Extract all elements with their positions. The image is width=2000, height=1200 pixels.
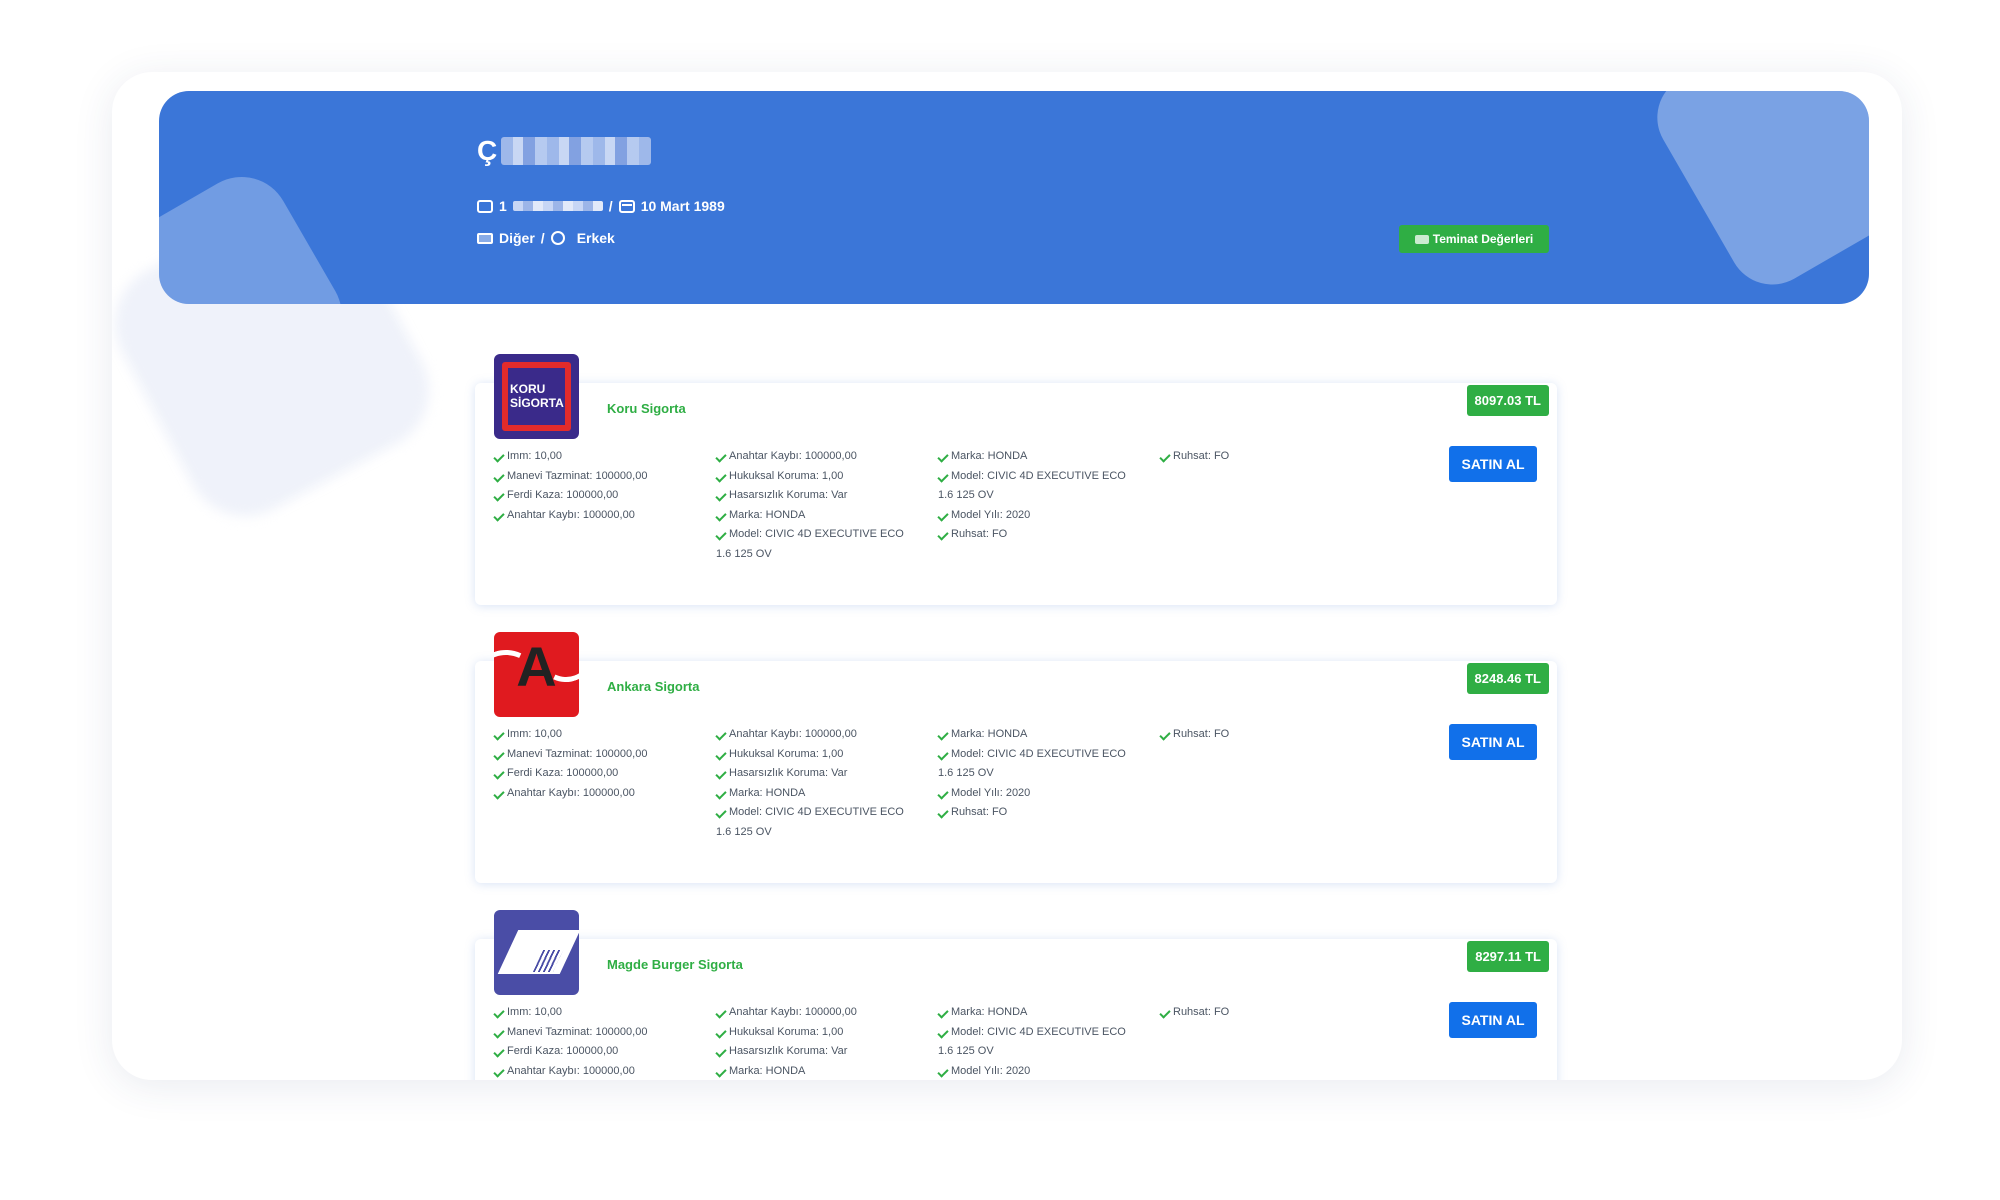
feature-item: Ruhsat: FO xyxy=(1160,447,1375,467)
feature-item: Model: CIVIC 4D EXECUTIVE ECO 1.6 125 OV xyxy=(938,1023,1153,1062)
feature-item: Manevi Tazminat: 100000,00 xyxy=(494,467,709,487)
briefcase-icon xyxy=(477,232,493,244)
company-name: Ankara Sigorta xyxy=(607,679,700,694)
feature-item: Hasarsızlık Koruma: Var xyxy=(716,764,931,784)
app-frame: Ç 1 / 10 Mart 1989 Diğer / Erkek Teminat… xyxy=(112,72,1902,1080)
feature-item: Marka: HONDA xyxy=(938,1003,1153,1023)
buy-button[interactable]: SATIN AL xyxy=(1449,724,1537,760)
feature-item: Ruhsat: FO xyxy=(1160,725,1375,745)
separator: / xyxy=(540,230,545,246)
feature-item: Model: CIVIC 4D EXECUTIVE ECO 1.6 125 OV xyxy=(938,745,1153,784)
company-name: Koru Sigorta xyxy=(607,401,686,416)
feature-item: Ruhsat: FO xyxy=(938,803,1153,823)
customer-name-initial: Ç xyxy=(477,135,498,166)
feature-item: Manevi Tazminat: 100000,00 xyxy=(494,745,709,765)
feature-item: Hukuksal Koruma: 1,00 xyxy=(716,467,931,487)
feature-item: Anahtar Kaybı: 100000,00 xyxy=(494,506,709,526)
company-name: Magde Burger Sigorta xyxy=(607,957,743,972)
logo-text-line: KORU xyxy=(510,382,546,396)
feature-item: Hasarsızlık Koruma: Var xyxy=(716,486,931,506)
offer-card-ankara: A Ankara Sigorta 8248.46 TL SATIN AL Imm… xyxy=(475,632,1557,883)
feature-column: Imm: 10,00 Manevi Tazminat: 100000,00 Fe… xyxy=(494,725,709,803)
feature-column: Imm: 10,00 Manevi Tazminat: 100000,00 Fe… xyxy=(494,447,709,525)
profile-banner: Ç 1 / 10 Mart 1989 Diğer / Erkek Teminat… xyxy=(159,91,1869,304)
koru-sigorta-logo: KORU SİGORTA xyxy=(494,354,579,439)
feature-column: Imm: 10,00 Manevi Tazminat: 100000,00 Fe… xyxy=(494,1003,709,1080)
feature-item: Model: CIVIC 4D EXECUTIVE ECO 1.6 125 OV xyxy=(716,525,931,564)
feature-item: Model: CIVIC 4D EXECUTIVE ECO 1.6 125 OV xyxy=(716,803,931,842)
feature-item: Manevi Tazminat: 100000,00 xyxy=(494,1023,709,1043)
buy-button[interactable]: SATIN AL xyxy=(1449,446,1537,482)
logo-text-line: SİGORTA xyxy=(510,396,564,410)
separator: / xyxy=(608,198,613,214)
feature-item: Marka: HONDA xyxy=(938,725,1153,745)
gender: Erkek xyxy=(576,230,615,246)
id-card-icon xyxy=(477,199,493,213)
feature-column: Marka: HONDA Model: CIVIC 4D EXECUTIVE E… xyxy=(938,447,1153,545)
feature-column: Anahtar Kaybı: 100000,00 Hukuksal Koruma… xyxy=(716,1003,931,1080)
feature-item: Anahtar Kaybı: 100000,00 xyxy=(716,725,931,745)
feature-item: Model Yılı: 2020 xyxy=(938,1062,1153,1081)
feature-item: Anahtar Kaybı: 100000,00 xyxy=(716,447,931,467)
feature-item: Marka: HONDA xyxy=(716,506,931,526)
feature-column: Marka: HONDA Model: CIVIC 4D EXECUTIVE E… xyxy=(938,725,1153,823)
teminat-values-label: Teminat Değerleri xyxy=(1432,232,1534,246)
ankara-sigorta-logo: A xyxy=(494,632,579,717)
feature-item: Hukuksal Koruma: 1,00 xyxy=(716,1023,931,1043)
feature-item: Ferdi Kaza: 100000,00 xyxy=(494,486,709,506)
feature-item: Hasarsızlık Koruma: Var xyxy=(716,1042,931,1062)
feature-item: Imm: 10,00 xyxy=(494,447,709,467)
feature-item: Anahtar Kaybı: 100000,00 xyxy=(716,1003,931,1023)
feature-column: Ruhsat: FO xyxy=(1160,447,1375,467)
feature-column: Ruhsat: FO xyxy=(1160,725,1375,745)
redacted-id-number xyxy=(512,201,603,211)
feature-item: Ferdi Kaza: 100000,00 xyxy=(494,764,709,784)
magde-burger-sigorta-logo xyxy=(494,910,579,995)
feature-column: Anahtar Kaybı: 100000,00 Hukuksal Koruma… xyxy=(716,725,931,842)
offer-card-koru: KORU SİGORTA Koru Sigorta 8097.03 TL SAT… xyxy=(475,354,1557,605)
occupation-row: Diğer / Erkek xyxy=(477,230,615,246)
feature-item: Ferdi Kaza: 100000,00 xyxy=(494,1042,709,1062)
buy-button[interactable]: SATIN AL xyxy=(1449,1002,1537,1038)
price-badge: 8297.11 TL xyxy=(1467,941,1549,972)
feature-item: Model Yılı: 2020 xyxy=(938,506,1153,526)
tag-icon xyxy=(1414,234,1429,244)
feature-item: Ruhsat: FO xyxy=(1160,1003,1375,1023)
price-badge: 8097.03 TL xyxy=(1466,385,1549,416)
feature-column: Anahtar Kaybı: 100000,00 Hukuksal Koruma… xyxy=(716,447,931,564)
occupation: Diğer xyxy=(499,230,535,246)
birth-date: 10 Mart 1989 xyxy=(640,198,725,214)
redacted-name xyxy=(501,137,652,165)
teminat-values-button[interactable]: Teminat Değerleri xyxy=(1399,225,1549,253)
feature-item: Imm: 10,00 xyxy=(494,1003,709,1023)
feature-item: Ruhsat: FO xyxy=(938,525,1153,545)
feature-column: Marka: HONDA Model: CIVIC 4D EXECUTIVE E… xyxy=(938,1003,1153,1080)
customer-name: Ç xyxy=(477,135,652,167)
feature-item: Model: CIVIC 4D EXECUTIVE ECO 1.6 125 OV xyxy=(938,467,1153,506)
feature-item: Model Yılı: 2020 xyxy=(938,784,1153,804)
decorative-shape-left xyxy=(159,159,360,304)
decorative-shape-right xyxy=(1641,91,1869,301)
offer-card-magde: Magde Burger Sigorta 8297.11 TL SATIN AL… xyxy=(475,910,1557,1080)
logo-letter: A xyxy=(516,635,557,698)
feature-item: Marka: HONDA xyxy=(716,1062,931,1081)
identity-row: 1 / 10 Mart 1989 xyxy=(477,198,725,214)
feature-item: Anahtar Kaybı: 100000,00 xyxy=(494,1062,709,1081)
feature-item: Anahtar Kaybı: 100000,00 xyxy=(494,784,709,804)
feature-item: Marka: HONDA xyxy=(938,447,1153,467)
price-badge: 8248.46 TL xyxy=(1466,663,1549,694)
feature-item: Marka: HONDA xyxy=(716,784,931,804)
gender-icon xyxy=(550,231,565,245)
feature-item: Hukuksal Koruma: 1,00 xyxy=(716,745,931,765)
feature-item: Imm: 10,00 xyxy=(494,725,709,745)
feature-column: Ruhsat: FO xyxy=(1160,1003,1375,1023)
calendar-icon xyxy=(618,199,635,213)
id-number-prefix: 1 xyxy=(499,198,507,214)
